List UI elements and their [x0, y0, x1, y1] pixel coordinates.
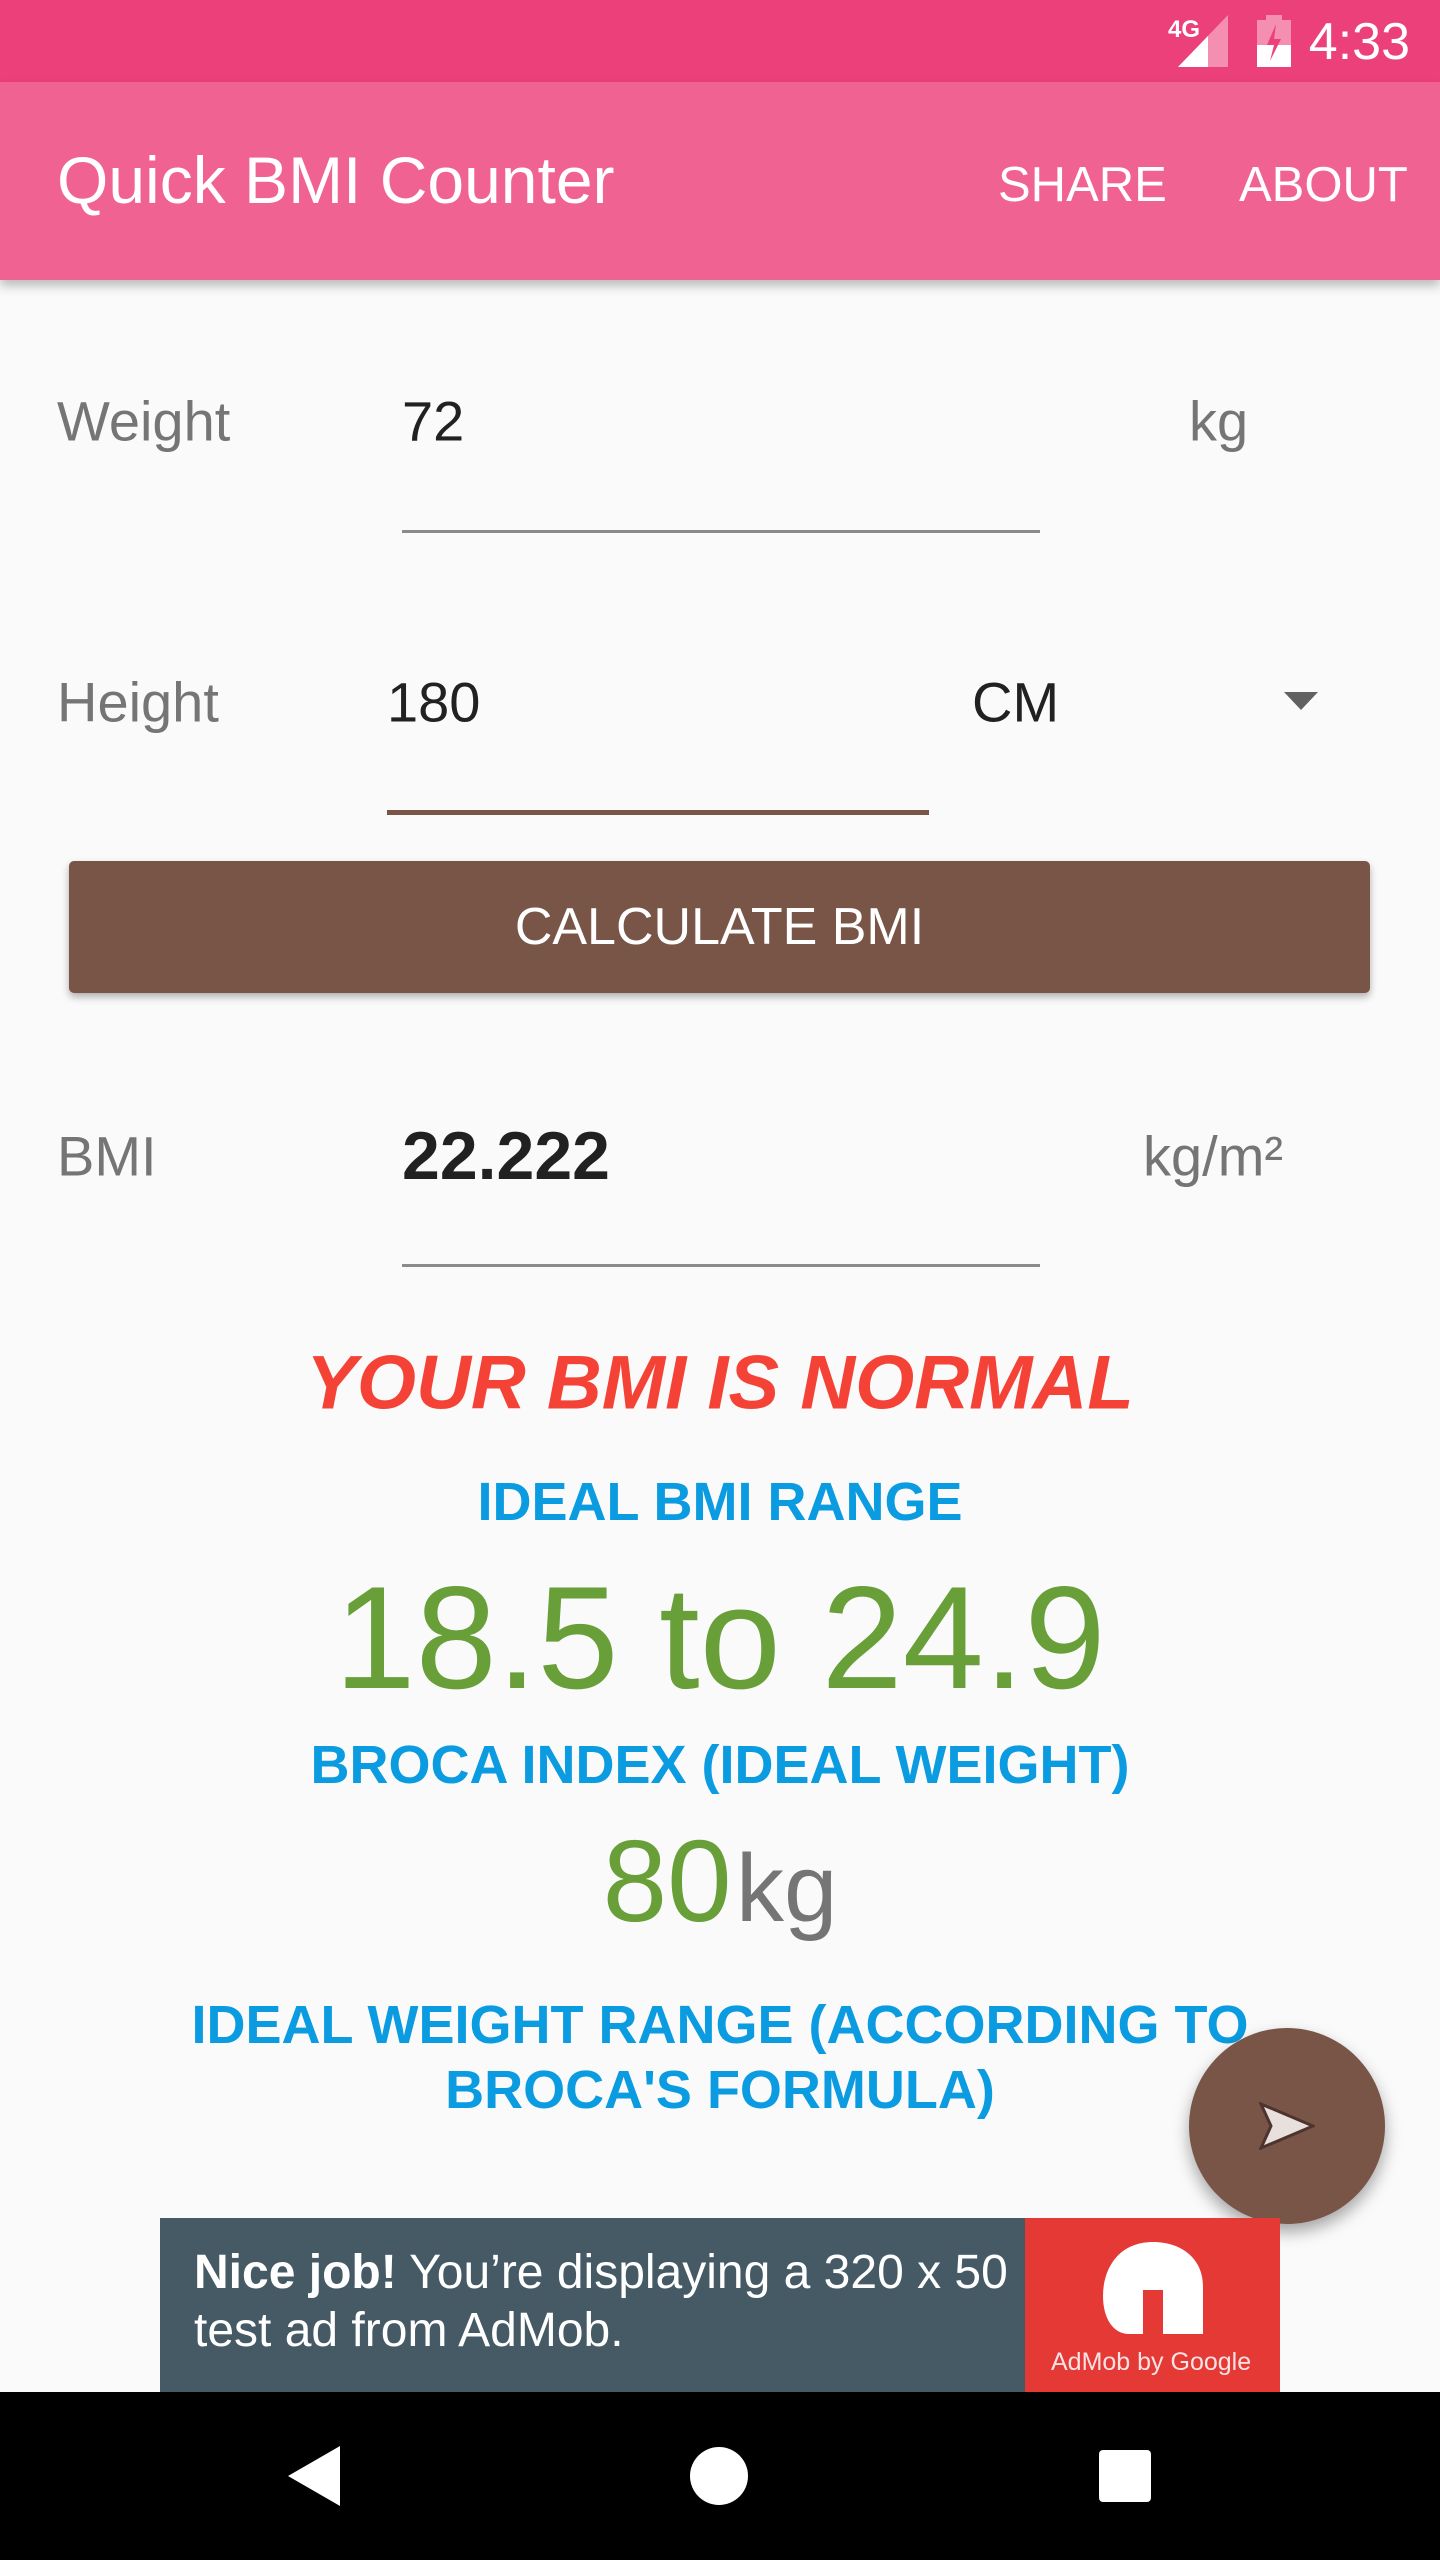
- send-fab[interactable]: [1189, 2028, 1385, 2224]
- ideal-bmi-range: 18.5 to 24.9: [334, 1556, 1106, 1719]
- app-title: Quick BMI Counter: [57, 143, 615, 217]
- ad-text-1: You’re displaying a 320 x 50: [396, 2246, 1008, 2299]
- bmi-status: YOUR BMI IS NORMAL: [306, 1340, 1134, 1426]
- share-button[interactable]: SHARE: [998, 157, 1167, 213]
- broca-heading: BROCA INDEX (IDEAL WEIGHT): [310, 1735, 1130, 1795]
- clock: 4:33: [1308, 13, 1410, 71]
- weight-input[interactable]: 72: [402, 370, 1040, 533]
- back-icon[interactable]: [288, 2446, 340, 2506]
- ideal-bmi-heading: IDEAL BMI RANGE: [477, 1472, 963, 1532]
- broca-result: 80 kg: [0, 1814, 1440, 1948]
- bmi-unit: kg/m²: [1143, 1124, 1283, 1188]
- battery-icon: [1257, 15, 1291, 67]
- ad-banner[interactable]: Nice job! You’re displaying a 320 x 50 t…: [160, 2218, 1280, 2392]
- app-bar: Quick BMI Counter SHARE ABOUT: [0, 82, 1440, 280]
- bmi-label: BMI: [57, 1124, 157, 1188]
- dropdown-arrow-icon: [1284, 692, 1318, 710]
- admob-brand: AdMob by Google: [1051, 2348, 1252, 2376]
- about-button[interactable]: ABOUT: [1239, 157, 1408, 213]
- height-underline: [387, 810, 929, 815]
- height-label: Height: [57, 670, 219, 734]
- weight-value: 72: [402, 389, 465, 453]
- bmi-value: 22.222: [402, 1118, 610, 1194]
- height-input[interactable]: 180: [387, 650, 929, 815]
- ideal-weight-heading-line1: IDEAL WEIGHT RANGE (ACCORDING TO: [191, 1995, 1249, 2055]
- admob-logo-panel: AdMob by Google: [1025, 2218, 1280, 2392]
- weight-underline: [402, 530, 1040, 533]
- send-icon: [1259, 2102, 1315, 2150]
- height-unit-dropdown[interactable]: CM: [960, 650, 1330, 760]
- weight-unit: kg: [1189, 389, 1249, 453]
- signal-icon: [1178, 15, 1228, 67]
- weight-label: Weight: [57, 389, 231, 453]
- recents-icon[interactable]: [1099, 2450, 1151, 2502]
- height-unit: CM: [972, 670, 1060, 734]
- ad-text-2: test ad from AdMob.: [194, 2304, 624, 2357]
- admob-logo-icon: [1103, 2242, 1203, 2334]
- height-value: 180: [387, 670, 481, 734]
- ad-text: Nice job! You’re displaying a 320 x 50 t…: [194, 2244, 1008, 2360]
- calculate-bmi-button[interactable]: CALCULATE BMI: [69, 861, 1370, 993]
- navigation-bar: [0, 2392, 1440, 2560]
- home-icon[interactable]: [690, 2447, 748, 2505]
- ad-bold: Nice job!: [194, 2246, 397, 2299]
- broca-value: 80: [602, 1816, 732, 1946]
- bmi-underline: [402, 1264, 1040, 1267]
- status-bar: 4G 4:33: [0, 0, 1440, 82]
- broca-unit: kg: [736, 1835, 838, 1942]
